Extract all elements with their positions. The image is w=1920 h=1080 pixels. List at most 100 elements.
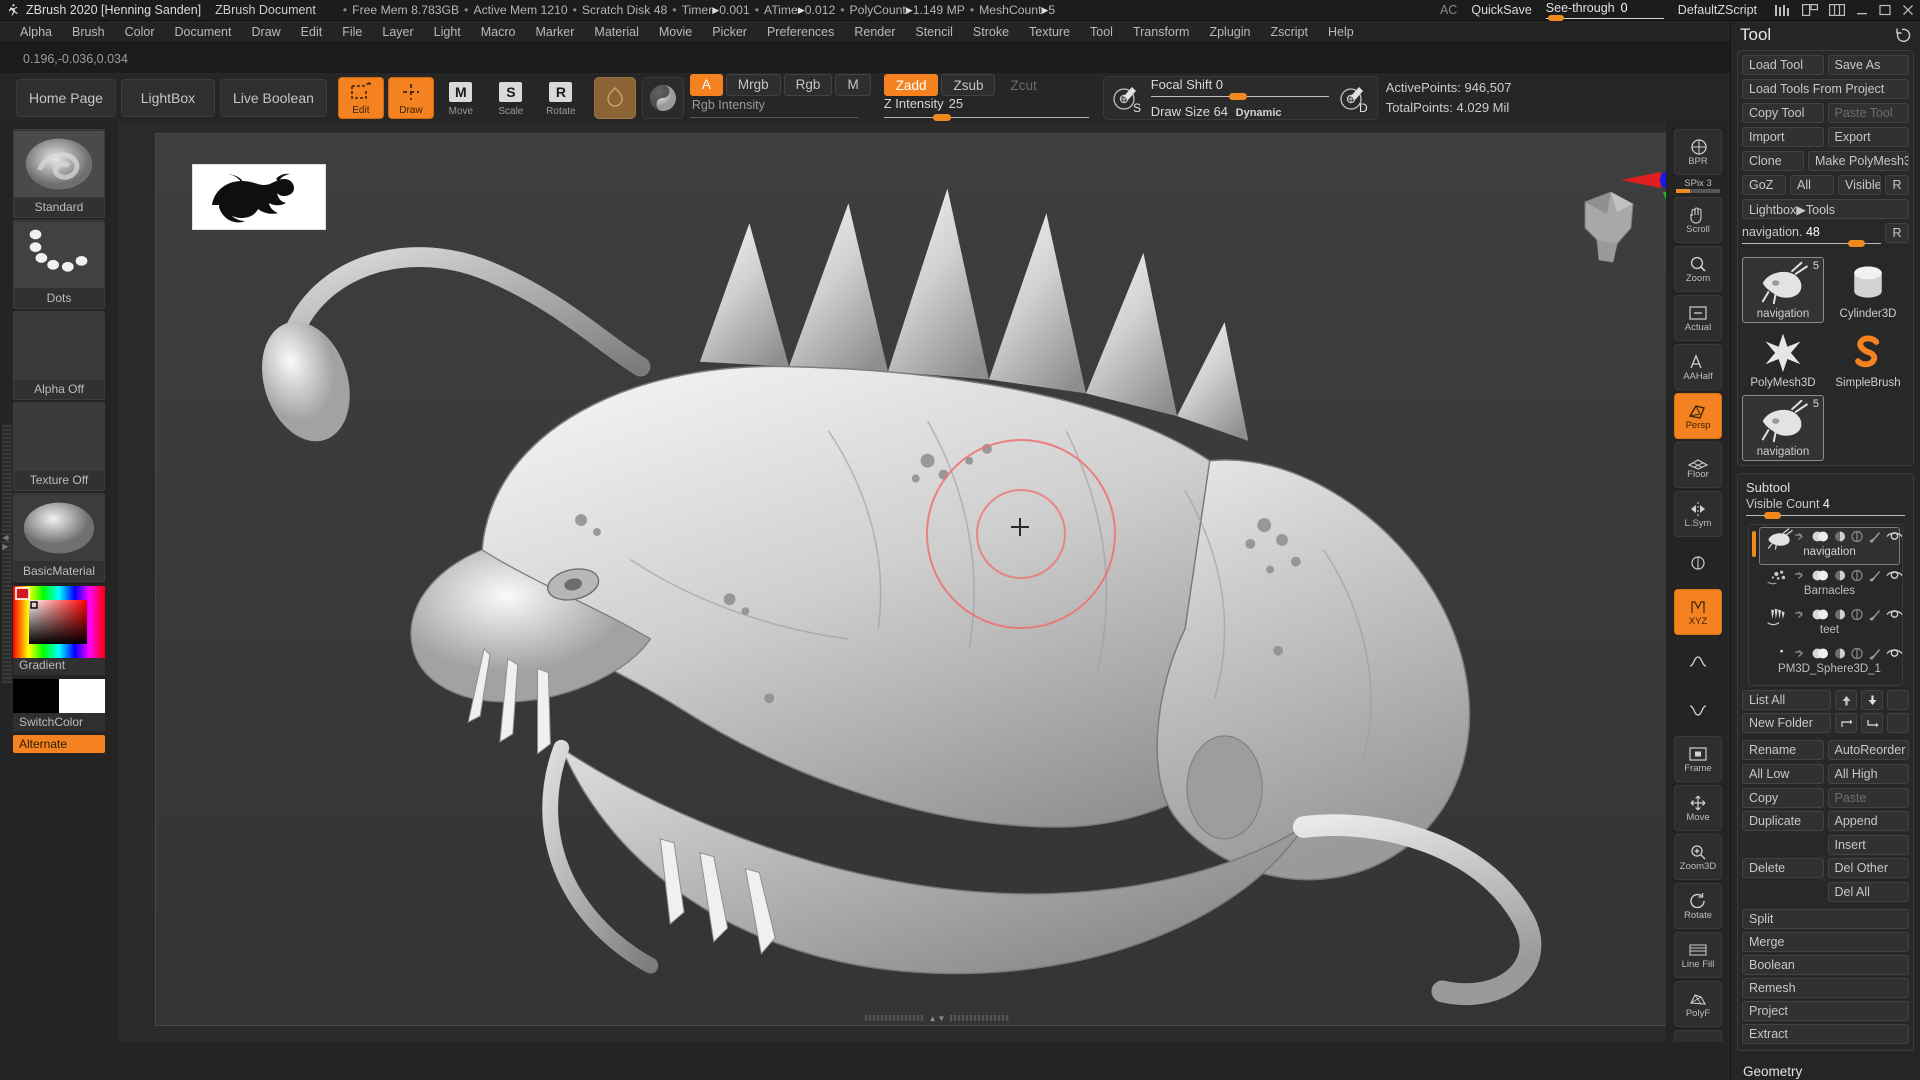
channel-m-button[interactable]: M (835, 73, 871, 96)
goz-all-button[interactable]: All (1790, 175, 1834, 195)
subtool-row[interactable]: navigation (1759, 527, 1903, 565)
clone-button[interactable]: Clone (1742, 151, 1804, 171)
vbar-item-bpr[interactable]: BPR (1674, 129, 1722, 175)
current-brush-thumb[interactable] (593, 77, 636, 119)
menu-picker[interactable]: Picker (702, 24, 757, 40)
history-icon[interactable] (1895, 27, 1911, 43)
move-up-button[interactable] (1835, 690, 1857, 710)
menu-macro[interactable]: Macro (471, 24, 526, 40)
subtool-arrow-icon[interactable] (1794, 607, 1807, 625)
load-tool-button[interactable]: Load Tool (1742, 55, 1824, 75)
new-folder-button[interactable]: New Folder (1742, 713, 1831, 733)
secondary-color-swatch[interactable] (59, 679, 105, 713)
subtool-row[interactable]: PM3D_Sphere3D_1 (1759, 644, 1903, 682)
load-tools-from-project-button[interactable]: Load Tools From Project (1742, 79, 1909, 99)
geometry-section-header[interactable]: Geometry (1731, 1058, 1920, 1080)
list-all-button[interactable]: List All (1742, 690, 1831, 710)
subtool-polypaint-icon[interactable] (1851, 568, 1863, 586)
minimize-icon[interactable] (1856, 4, 1868, 16)
color-wheel[interactable] (13, 584, 105, 658)
rotate-mode-button[interactable]: R Rotate (538, 77, 584, 119)
subtool-half-circle-icon[interactable] (1834, 646, 1846, 664)
subtool-polypaint-icon[interactable] (1851, 529, 1863, 547)
subtool-brush-icon[interactable] (1868, 529, 1881, 547)
make-polymesh3d-button[interactable]: Make PolyMesh3D (1808, 151, 1909, 171)
project-button[interactable]: Project (1742, 1001, 1909, 1021)
subtool-arrow-icon[interactable] (1794, 529, 1807, 547)
subtool-arrow-icon[interactable] (1794, 568, 1807, 586)
menu-draw[interactable]: Draw (242, 24, 291, 40)
goz-visible-button[interactable]: Visible (1838, 175, 1881, 195)
z-intensity-slider[interactable]: Z Intensity 25 (883, 96, 1089, 122)
merge-button[interactable]: Merge (1742, 932, 1909, 952)
quicksave-button[interactable]: QuickSave (1471, 3, 1531, 17)
paste-subtool-button[interactable]: Paste (1827, 788, 1909, 808)
del-all-button[interactable]: Del All (1827, 882, 1909, 902)
move-down-button[interactable] (1861, 690, 1883, 710)
all-high-button[interactable]: All High (1827, 764, 1909, 784)
document-canvas[interactable]: ▲▼ (155, 133, 1720, 1026)
lightbox-button[interactable]: LightBox (120, 79, 215, 117)
copy-subtool-button[interactable]: Copy (1742, 788, 1824, 808)
subtool-list[interactable]: navigation Barnacles teet PM3D_Sphere3D_… (1748, 524, 1903, 686)
tool-item-r-button[interactable]: R (1885, 223, 1909, 243)
switch-color-label[interactable]: SwitchColor (13, 713, 105, 732)
menu-icon[interactable] (1775, 4, 1791, 16)
layout-icon[interactable] (1802, 4, 1819, 17)
scroll-handle-left[interactable] (864, 1015, 925, 1021)
menu-alpha[interactable]: Alpha (10, 24, 62, 40)
menu-file[interactable]: File (332, 24, 372, 40)
duplicate-button[interactable]: Duplicate (1742, 811, 1824, 831)
subtool-eye-icon[interactable] (1886, 568, 1903, 586)
vbar-item-aahalf[interactable]: AAHalf (1674, 344, 1722, 390)
close-icon[interactable] (1902, 4, 1914, 16)
visible-count-knob[interactable] (1764, 512, 1781, 519)
stroke-selector[interactable]: Dots (13, 220, 105, 309)
menu-color[interactable]: Color (115, 24, 165, 40)
vbar-item-transp-arrow2[interactable] (1674, 687, 1722, 733)
color-swatches[interactable] (13, 679, 105, 713)
insert-button[interactable]: Insert (1827, 835, 1909, 855)
all-low-button[interactable]: All Low (1742, 764, 1824, 784)
subtool-polypaint-icon[interactable] (1851, 646, 1863, 664)
paste-tool-button[interactable]: Paste Tool (1827, 103, 1909, 123)
material-selector[interactable]: BasicMaterial (13, 493, 105, 582)
vbar-item-spix[interactable]: SPix 3 (1672, 178, 1724, 193)
menu-tool[interactable]: Tool (1080, 24, 1123, 40)
subtool-visibility-icon[interactable] (1812, 529, 1829, 547)
copy-tool-button[interactable]: Copy Tool (1742, 103, 1824, 123)
vbar-item-xyz[interactable]: XYZ (1674, 589, 1722, 635)
channel-rgb-button[interactable]: Rgb (783, 73, 833, 96)
menu-zplugin[interactable]: Zplugin (1199, 24, 1260, 40)
subtool-eye-icon[interactable] (1886, 607, 1903, 625)
menu-transform[interactable]: Transform (1123, 24, 1200, 40)
subtool-eye-icon[interactable] (1886, 646, 1903, 664)
menu-document[interactable]: Document (165, 24, 242, 40)
sidebar-resize-grip[interactable] (1, 423, 12, 683)
alternate-button[interactable]: Alternate (13, 735, 105, 753)
orientation-head-gizmo[interactable] (1567, 182, 1647, 272)
draw-mode-button[interactable]: Draw (387, 77, 434, 119)
lightbox-tools-button[interactable]: Lightbox▶Tools (1742, 199, 1909, 219)
subtool-half-circle-icon[interactable] (1834, 568, 1846, 586)
vbar-item-persp[interactable]: Persp (1674, 393, 1722, 439)
focal-shift-knob[interactable] (1228, 93, 1247, 100)
alpha-selector[interactable]: Alpha Off (13, 311, 105, 400)
rgb-intensity-slider[interactable] (689, 112, 858, 123)
see-through-slider[interactable]: See-through 0 (1545, 1, 1664, 21)
brush-selector[interactable]: Standard (13, 129, 105, 218)
primary-color-swatch[interactable] (13, 679, 59, 713)
menu-zscript[interactable]: Zscript (1260, 24, 1318, 40)
z-intensity-knob[interactable] (932, 114, 951, 121)
home-page-button[interactable]: Home Page (16, 79, 116, 117)
subtool-visibility-icon[interactable] (1812, 607, 1829, 625)
tool-cell-polymesh3d[interactable]: PolyMesh3D (1742, 326, 1824, 392)
zmode-zcut-button[interactable]: Zcut (998, 74, 1048, 96)
tool-item-slider[interactable]: navigation. 48 (1742, 225, 1881, 248)
vbar-item-scroll[interactable]: Scroll (1674, 197, 1722, 243)
menu-stencil[interactable]: Stencil (905, 24, 963, 40)
current-stroke-thumb[interactable] (641, 77, 684, 119)
menu-brush[interactable]: Brush (62, 24, 115, 40)
menu-edit[interactable]: Edit (291, 24, 333, 40)
vbar-item-frame[interactable]: Frame (1674, 736, 1722, 782)
